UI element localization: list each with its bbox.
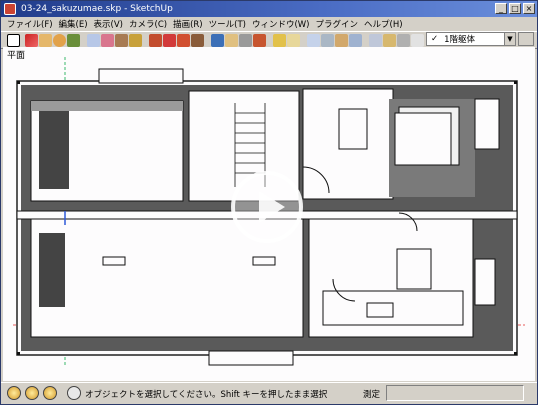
monochrome-icon[interactable]: [411, 34, 424, 47]
scene-label: 平面: [7, 51, 26, 61]
close-button[interactable]: ×: [523, 3, 535, 14]
sketchup-window: 03-24_sakuzumae.skp - SketchUp _ □ × ファイ…: [0, 0, 538, 405]
layer-dropdown[interactable]: ✓ 1階躯体 ▼: [426, 32, 516, 46]
shaded-icon[interactable]: [397, 34, 410, 47]
maximize-button[interactable]: □: [509, 3, 521, 14]
menu-edit[interactable]: 編集(E): [59, 18, 88, 30]
menu-plugins[interactable]: プラグイン: [316, 18, 359, 30]
eraser-tool-icon[interactable]: [101, 34, 114, 47]
title-bar[interactable]: 03-24_sakuzumae.skp - SketchUp _ □ ×: [1, 1, 537, 17]
orbit-tool-icon[interactable]: [211, 34, 224, 47]
menu-camera[interactable]: カメラ(C): [129, 18, 167, 30]
measurements-label: 測定: [363, 390, 381, 400]
share-model-icon[interactable]: [287, 34, 300, 47]
window-title: 03-24_sakuzumae.skp - SketchUp: [21, 4, 173, 14]
right-view-icon[interactable]: [349, 34, 362, 47]
measurements-input[interactable]: [386, 385, 524, 401]
menu-view[interactable]: 表示(V): [94, 18, 123, 30]
credits-icon[interactable]: [25, 386, 39, 400]
menu-tools[interactable]: ツール(T): [209, 18, 246, 30]
move-tool-icon[interactable]: [163, 34, 176, 47]
menu-draw[interactable]: 描画(R): [173, 18, 203, 30]
menu-bar: ファイル(F) 編集(E) 表示(V) カメラ(C) 描画(R) ツール(T) …: [1, 17, 537, 31]
zoom-tool-icon[interactable]: [239, 34, 252, 47]
top-view-icon[interactable]: [321, 34, 334, 47]
model-viewport[interactable]: 平面: [3, 47, 535, 381]
chevron-down-icon[interactable]: ▼: [504, 33, 515, 45]
xray-icon[interactable]: [369, 34, 382, 47]
zoom-extents-icon[interactable]: [253, 34, 266, 47]
layer-manager-button[interactable]: [518, 32, 534, 46]
make-component-icon[interactable]: [87, 34, 100, 47]
layer-check-icon: ✓: [431, 34, 439, 44]
iso-view-icon[interactable]: [307, 34, 320, 47]
pan-tool-icon[interactable]: [225, 34, 238, 47]
help-icon[interactable]: [67, 386, 81, 400]
sketchup-app-icon: [4, 3, 16, 15]
status-message: オブジェクトを選択してください。Shift キーを押したまま選択: [85, 390, 328, 400]
rotate-tool-icon[interactable]: [177, 34, 190, 47]
push-pull-icon[interactable]: [149, 34, 162, 47]
get-models-icon[interactable]: [273, 34, 286, 47]
menu-help[interactable]: ヘルプ(H): [364, 18, 403, 30]
select-tool-icon[interactable]: [7, 34, 20, 47]
menu-window[interactable]: ウィンドウ(W): [252, 18, 310, 30]
status-bar: オブジェクトを選択してください。Shift キーを押したまま選択 測定: [1, 382, 537, 404]
polygon-tool-icon[interactable]: [67, 34, 80, 47]
layer-name: 1階躯体: [444, 35, 476, 45]
front-view-icon[interactable]: [335, 34, 348, 47]
offset-tool-icon[interactable]: [191, 34, 204, 47]
minimize-button[interactable]: _: [495, 3, 507, 14]
paint-bucket-icon[interactable]: [129, 34, 142, 47]
tape-measure-icon[interactable]: [115, 34, 128, 47]
user-account-icon[interactable]: [43, 386, 57, 400]
menu-file[interactable]: ファイル(F): [7, 18, 53, 30]
play-video-icon[interactable]: [229, 169, 305, 245]
circle-tool-icon[interactable]: [53, 34, 66, 47]
wireframe-icon[interactable]: [383, 34, 396, 47]
line-tool-icon[interactable]: [25, 34, 38, 47]
geo-location-icon[interactable]: [7, 386, 21, 400]
rectangle-tool-icon[interactable]: [39, 34, 52, 47]
